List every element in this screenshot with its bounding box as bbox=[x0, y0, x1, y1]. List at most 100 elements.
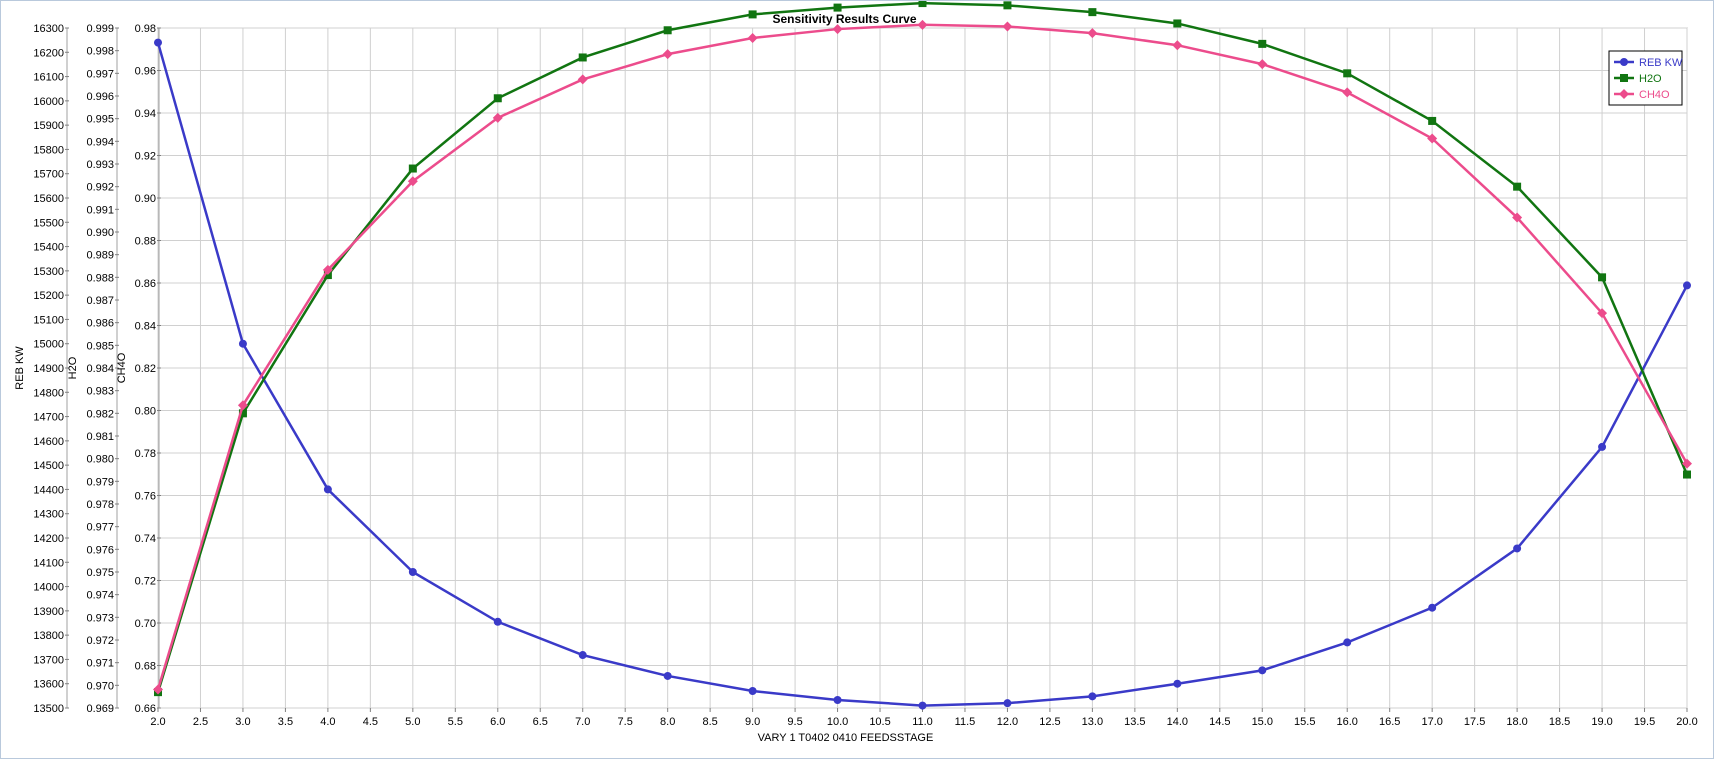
data-point-reb-kw bbox=[1088, 692, 1097, 701]
x-tick-label: 2.0 bbox=[150, 716, 165, 728]
h2o-tick-label: 0.978 bbox=[86, 499, 114, 511]
data-point-h2o bbox=[1343, 69, 1352, 78]
h2o-tick-label: 0.997 bbox=[86, 68, 114, 80]
h2o-tick-label: 0.975 bbox=[86, 567, 114, 579]
reb-tick-label: 14400 bbox=[33, 484, 64, 496]
h2o-tick-label: 0.995 bbox=[86, 114, 114, 126]
x-tick-label: 10.0 bbox=[827, 716, 848, 728]
data-point-h2o bbox=[1088, 8, 1097, 17]
reb-tick-label: 14500 bbox=[33, 460, 64, 472]
h2o-tick-label: 0.972 bbox=[86, 635, 114, 647]
x-tick-label: 8.5 bbox=[702, 716, 717, 728]
data-point-reb-kw bbox=[748, 687, 757, 695]
reb-tick-label: 15100 bbox=[33, 314, 64, 326]
reb-tick-label: 13700 bbox=[33, 654, 64, 666]
ch4o-tick-label: 0.66 bbox=[135, 703, 156, 715]
ch4o-tick-label: 0.78 bbox=[135, 448, 156, 460]
reb-tick-label: 15300 bbox=[33, 266, 64, 278]
reb-tick-label: 14600 bbox=[33, 436, 64, 448]
ch4o-tick-label: 0.88 bbox=[135, 236, 156, 248]
h2o-tick-label: 0.981 bbox=[86, 431, 114, 443]
h2o-tick-label: 0.994 bbox=[86, 136, 114, 148]
x-tick-label: 7.5 bbox=[618, 716, 633, 728]
h2o-tick-label: 0.996 bbox=[86, 91, 114, 103]
data-point-h2o bbox=[918, 0, 927, 8]
data-point-reb-kw bbox=[1513, 544, 1522, 553]
h2o-tick-label: 0.991 bbox=[86, 204, 114, 216]
h2o-tick-label: 0.989 bbox=[86, 250, 114, 262]
ch4o-tick-label: 0.80 bbox=[135, 406, 156, 418]
data-point-h2o bbox=[1683, 470, 1691, 479]
data-point-reb-kw bbox=[238, 339, 247, 348]
x-tick-label: 15.5 bbox=[1294, 716, 1315, 728]
chart-title: Sensitivity Results Curve bbox=[772, 12, 916, 26]
x-tick-label: 17.5 bbox=[1464, 716, 1485, 728]
h2o-tick-label: 0.979 bbox=[86, 476, 114, 488]
reb-tick-label: 15200 bbox=[33, 290, 64, 302]
x-tick-label: 6.5 bbox=[533, 716, 548, 728]
data-point-reb-kw bbox=[578, 651, 587, 660]
ch4o-tick-label: 0.70 bbox=[135, 618, 156, 630]
reb-tick-label: 16000 bbox=[33, 96, 64, 108]
ch4o-tick-label: 0.92 bbox=[135, 151, 156, 163]
h2o-tick-label: 0.973 bbox=[86, 612, 114, 624]
x-tick-label: 15.0 bbox=[1252, 716, 1273, 728]
h2o-axis-title: H2O bbox=[67, 356, 79, 379]
legend-marker-h2o bbox=[1620, 74, 1628, 82]
reb-tick-label: 13600 bbox=[33, 679, 64, 691]
ch4o-tick-label: 0.72 bbox=[135, 576, 156, 588]
legend-label-ch4o: CH4O bbox=[1639, 89, 1670, 101]
data-point-reb-kw bbox=[493, 617, 502, 626]
reb-tick-label: 14900 bbox=[33, 363, 64, 375]
data-point-h2o bbox=[1513, 182, 1522, 191]
reb-tick-label: 15500 bbox=[33, 217, 64, 229]
h2o-tick-label: 0.983 bbox=[86, 386, 114, 398]
legend: REB KW H2O CH4O bbox=[1608, 50, 1683, 106]
ch4o-tick-label: 0.84 bbox=[135, 321, 156, 333]
ch4o-tick-label: 0.90 bbox=[135, 193, 156, 205]
data-point-reb-kw bbox=[1598, 442, 1607, 451]
data-point-reb-kw bbox=[154, 38, 162, 47]
data-point-reb-kw bbox=[663, 671, 672, 680]
h2o-tick-label: 0.977 bbox=[86, 522, 114, 534]
x-tick-label: 11.0 bbox=[912, 716, 933, 728]
h2o-tick-label: 0.974 bbox=[86, 590, 114, 602]
sensitivity-chart: 2.0 2.5 3.0 3.5 4.0 4.5 5.0 5.5 6.0 6.5 7.0 7.5 8.0 8… bbox=[14, 0, 1698, 744]
reb-tick-label: 13900 bbox=[33, 606, 64, 618]
reb-tick-label: 14000 bbox=[33, 582, 64, 594]
h2o-tick-label: 0.988 bbox=[86, 272, 114, 284]
h2o-tick-label: 0.971 bbox=[86, 658, 114, 670]
data-point-reb-kw bbox=[918, 701, 927, 710]
x-tick-label: 5.5 bbox=[448, 716, 463, 728]
x-tick-label: 5.0 bbox=[405, 716, 420, 728]
h2o-tick-label: 0.986 bbox=[86, 318, 114, 330]
reb-tick-label: 15000 bbox=[33, 339, 64, 351]
h2o-tick-label: 0.987 bbox=[86, 295, 114, 307]
reb-tick-label: 14700 bbox=[33, 412, 64, 424]
x-tick-label: 13.0 bbox=[1082, 716, 1103, 728]
data-point-reb-kw bbox=[1258, 666, 1267, 675]
data-point-reb-kw bbox=[1428, 603, 1437, 612]
x-tick-label: 2.5 bbox=[193, 716, 208, 728]
x-axis-title: VARY 1 T0402 0410 FEEDSSTAGE bbox=[758, 732, 934, 744]
x-tick-label: 10.5 bbox=[869, 716, 890, 728]
reb-tick-label: 13500 bbox=[33, 703, 64, 715]
data-point-reb-kw bbox=[1003, 699, 1012, 708]
h2o-tick-label: 0.984 bbox=[86, 363, 114, 375]
data-point-h2o bbox=[1598, 273, 1607, 282]
data-point-h2o bbox=[833, 3, 842, 12]
x-tick-label: 12.0 bbox=[997, 716, 1018, 728]
h2o-tick-label: 0.985 bbox=[86, 340, 114, 352]
h2o-tick-label: 0.976 bbox=[86, 544, 114, 556]
reb-axis-title: REB KW bbox=[14, 346, 26, 390]
h2o-tick-label: 0.993 bbox=[86, 159, 114, 171]
reb-tick-label: 14100 bbox=[33, 557, 64, 569]
data-point-h2o bbox=[748, 10, 757, 19]
ch4o-tick-label: 0.68 bbox=[135, 661, 156, 673]
legend-label-reb-kw: REB KW bbox=[1639, 57, 1683, 69]
reb-tick-label: 14300 bbox=[33, 509, 64, 521]
reb-tick-label: 15400 bbox=[33, 242, 64, 254]
ch4o-tick-label: 0.98 bbox=[135, 23, 156, 35]
x-tick-label: 14.5 bbox=[1209, 716, 1230, 728]
reb-tick-label: 14200 bbox=[33, 533, 64, 545]
